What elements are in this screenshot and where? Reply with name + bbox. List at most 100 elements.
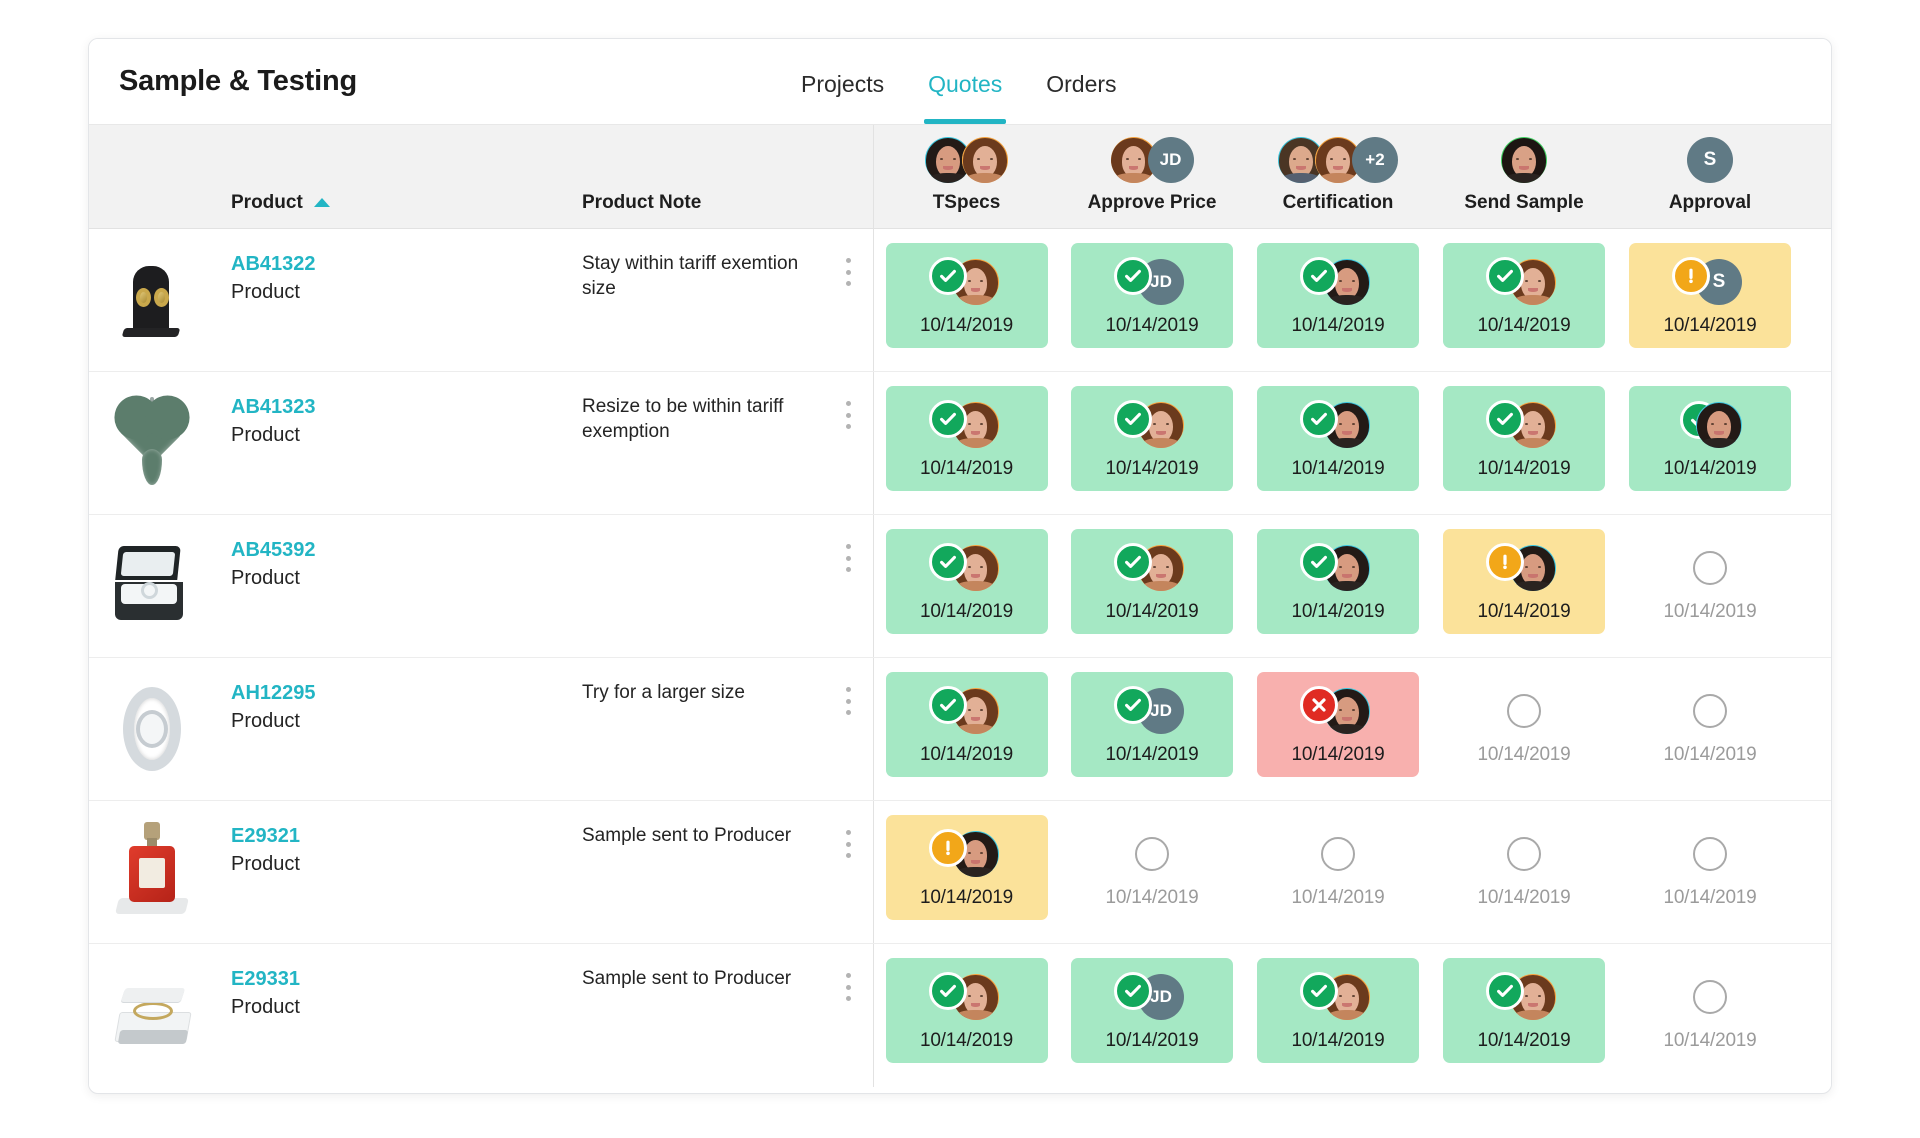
kebab-menu-icon[interactable]	[837, 398, 859, 432]
column-header-approve-price-label: Approve Price	[1087, 192, 1217, 213]
status-badge-done[interactable]: 10/14/2019	[885, 672, 1048, 777]
column-header-product-note-label: Product Note	[582, 192, 702, 213]
column-header-product-label: Product	[231, 192, 303, 213]
avatar-group-approve-price[interactable]: JD	[1110, 134, 1194, 186]
avatar-jd-label: JD	[1150, 987, 1172, 1006]
status-badge-warn[interactable]: 10/14/2019	[885, 815, 1048, 920]
kebab-menu-icon[interactable]	[837, 255, 859, 289]
status-badge-done[interactable]: 10/14/2019	[885, 958, 1048, 1063]
exclamation-icon	[1486, 543, 1524, 581]
status-icon-group	[1668, 542, 1752, 594]
avatar-group-approval[interactable]: S	[1687, 134, 1733, 186]
stage-cell: 10/14/2019	[873, 515, 1059, 657]
tab-quotes[interactable]: Quotes	[906, 39, 1024, 124]
status-badge-done[interactable]: 10/14/2019	[1071, 386, 1233, 491]
kebab-menu-icon[interactable]	[837, 827, 859, 861]
status-icon-group	[925, 542, 1009, 594]
table-row[interactable]: E29331 Product Sample sent to Producer 10/1…	[89, 944, 1831, 1087]
product-note-cell: Stay within tariff exemtion size	[574, 229, 873, 371]
kebab-menu-icon[interactable]	[837, 970, 859, 1004]
empty-circle-icon[interactable]	[1693, 694, 1727, 728]
status-icon-group	[1482, 256, 1566, 308]
check-icon	[1486, 972, 1524, 1010]
empty-circle-icon[interactable]	[1321, 837, 1355, 871]
status-badge-done[interactable]: 10/14/2019	[1629, 386, 1791, 491]
caret-up-icon[interactable]	[313, 197, 330, 207]
avatar-group-send-sample[interactable]	[1501, 134, 1547, 186]
status-date: 10/14/2019	[1105, 744, 1199, 765]
kebab-menu-icon[interactable]	[837, 684, 859, 718]
avatar-group-tspecs[interactable]	[925, 134, 1008, 186]
column-header-approval[interactable]: S Approval	[1617, 125, 1803, 228]
status-badge-done[interactable]: 10/14/2019	[1443, 243, 1605, 348]
status-badge-done[interactable]: 10/14/2019	[1071, 529, 1233, 634]
status-date: 10/14/2019	[1477, 887, 1571, 908]
status-badge-done[interactable]: 10/14/2019	[1257, 958, 1419, 1063]
column-header-certification[interactable]: +2 Certification	[1245, 125, 1431, 228]
tab-orders[interactable]: Orders	[1024, 39, 1138, 124]
product-note-text: Sample sent to Producer	[582, 825, 792, 846]
status-avatar-pair	[1298, 257, 1378, 307]
status-badge-done[interactable]: 10/14/2019	[1257, 529, 1419, 634]
check-icon	[928, 543, 967, 581]
product-cell: AB41322 Product	[214, 229, 574, 371]
product-cell: AH12295 Product	[214, 658, 574, 800]
empty-circle-icon[interactable]	[1693, 980, 1727, 1014]
product-note-cell: Sample sent to Producer	[574, 944, 873, 1087]
kebab-menu-icon[interactable]	[837, 541, 859, 575]
product-id-link[interactable]: E29331	[231, 966, 300, 993]
status-icon-group	[1110, 828, 1194, 880]
avatar-s-label: S	[1712, 271, 1726, 292]
empty-circle-icon[interactable]	[1135, 837, 1169, 871]
table-row[interactable]: AB45392 Product 10/14/2019 10/14/2019 10/14/…	[89, 515, 1831, 658]
column-header-approve-price[interactable]: JD Approve Price	[1059, 125, 1245, 228]
avatar-jd-label: JD	[1159, 150, 1182, 169]
product-id-link[interactable]: E29321	[231, 823, 300, 850]
status-badge-warn[interactable]: S 10/14/2019	[1629, 243, 1791, 348]
empty-circle-icon[interactable]	[1693, 837, 1727, 871]
empty-circle-icon[interactable]	[1693, 551, 1727, 585]
table-row[interactable]: AB41323 Product Resize to be within tariff…	[89, 372, 1831, 515]
stage-cell: 10/14/2019	[1617, 372, 1803, 514]
status-badge-done[interactable]: JD 10/14/2019	[1071, 243, 1233, 348]
product-id-link[interactable]: AB41323	[231, 394, 316, 421]
product-note-text: Try for a larger size	[582, 682, 745, 703]
check-icon	[1114, 400, 1152, 438]
column-header-tspecs[interactable]: TSpecs	[873, 125, 1059, 228]
status-badge-error[interactable]: 10/14/2019	[1257, 672, 1419, 777]
empty-circle-icon[interactable]	[1507, 694, 1541, 728]
status-avatar-pair	[1298, 686, 1378, 736]
page-title: Sample & Testing	[119, 65, 357, 97]
avatar-s: S	[1687, 137, 1733, 183]
status-badge-done[interactable]: 10/14/2019	[885, 243, 1048, 348]
status-badge-done[interactable]: 10/14/2019	[1257, 386, 1419, 491]
status-badge-done[interactable]: 10/14/2019	[1257, 243, 1419, 348]
column-header-send-sample[interactable]: Send Sample	[1431, 125, 1617, 228]
table-row[interactable]: AH12295 Product Try for a larger size 10/14…	[89, 658, 1831, 801]
table-row[interactable]: AB41322 Product Stay within tariff exemtio…	[89, 229, 1831, 372]
product-id-link[interactable]: AH12295	[231, 680, 316, 707]
status-icon-group: JD	[1110, 971, 1194, 1023]
table-row[interactable]: E29321 Product Sample sent to Producer 10/1…	[89, 801, 1831, 944]
column-header-product[interactable]: Product	[214, 125, 574, 228]
check-icon	[928, 972, 967, 1010]
status-badge-done[interactable]: 10/14/2019	[885, 529, 1048, 634]
avatar-group-certification[interactable]: +2	[1278, 134, 1398, 186]
check-icon	[928, 257, 967, 295]
product-note-text: Resize to be within tariff exemption	[582, 396, 784, 443]
status-badge-done[interactable]: JD 10/14/2019	[1071, 672, 1233, 777]
status-badge-done[interactable]: 10/14/2019	[1443, 958, 1605, 1063]
check-icon	[1300, 543, 1338, 581]
tab-projects[interactable]: Projects	[779, 39, 906, 124]
product-id-link[interactable]: AB41322	[231, 251, 316, 278]
tab-bar: Projects Quotes Orders	[779, 39, 1139, 124]
empty-circle-icon[interactable]	[1507, 837, 1541, 871]
status-avatar-pair	[927, 257, 1007, 307]
status-badge-done[interactable]: JD 10/14/2019	[1071, 958, 1233, 1063]
product-id-link[interactable]: AB45392	[231, 537, 316, 564]
status-badge-warn[interactable]: 10/14/2019	[1443, 529, 1605, 634]
status-badge-done[interactable]: 10/14/2019	[885, 386, 1048, 491]
status-badge-done[interactable]: 10/14/2019	[1443, 386, 1605, 491]
column-header-product-note[interactable]: Product Note	[574, 125, 873, 228]
product-note-cell	[574, 515, 873, 657]
